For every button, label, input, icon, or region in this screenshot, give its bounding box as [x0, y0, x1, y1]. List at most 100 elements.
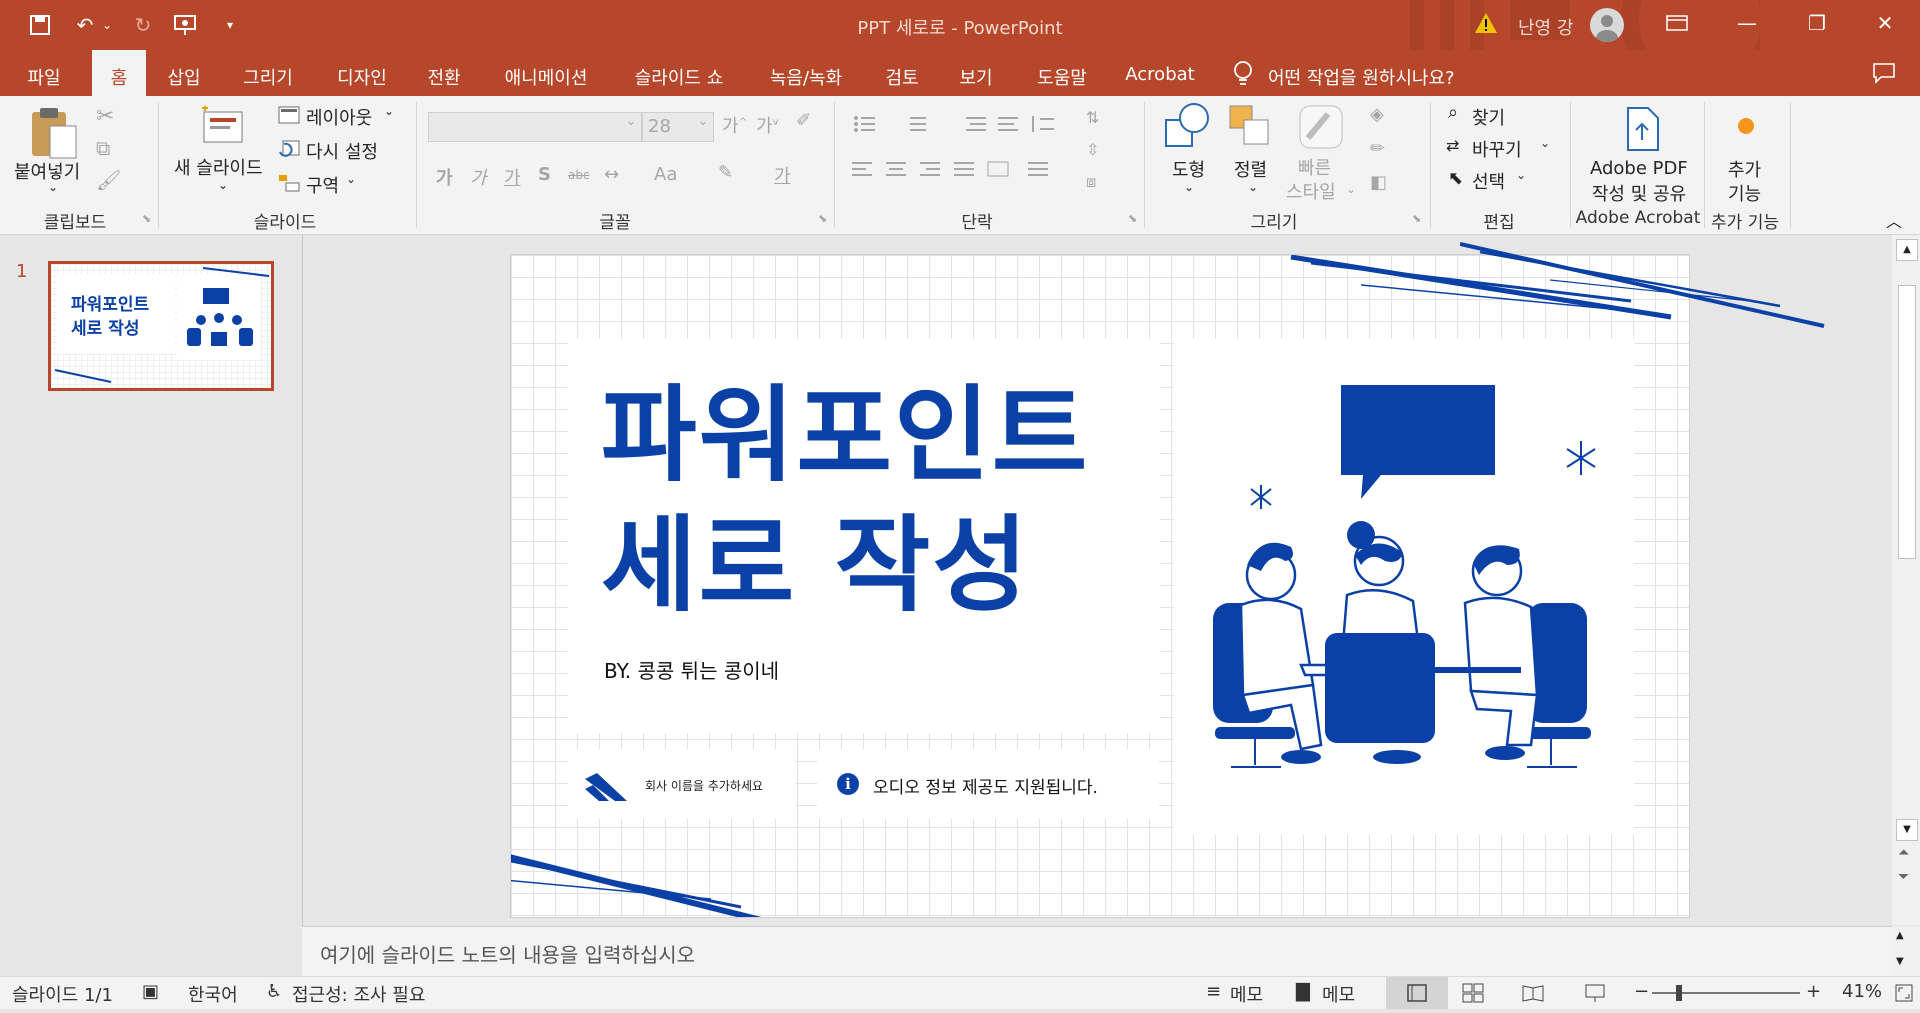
tab-draw[interactable]: 그리기 — [228, 60, 308, 96]
zoom-slider[interactable] — [1652, 992, 1800, 994]
section-dropdown-icon[interactable]: ⌄ — [346, 172, 356, 186]
add-ins-icon[interactable] — [1738, 118, 1754, 134]
ribbon-display-options-icon[interactable] — [1642, 0, 1712, 46]
select-button[interactable]: 선택 — [1472, 168, 1505, 194]
collapse-ribbon-icon[interactable]: ︿ — [1886, 208, 1902, 232]
strikethrough-button[interactable]: abc — [568, 168, 590, 182]
adobe-pdf-icon[interactable] — [1622, 106, 1662, 152]
paste-dropdown-icon[interactable]: ⌄ — [48, 180, 58, 194]
warning-icon[interactable] — [1474, 12, 1498, 36]
highlight-color-icon[interactable]: ✎ — [718, 162, 733, 183]
scroll-down-icon[interactable]: ▼ — [1896, 819, 1918, 841]
slide-canvas[interactable]: 파워포인트 세로 작성 BY. 콩콩 튀는 콩이네 회사 이름을 추가하세요 i… — [510, 254, 1690, 918]
shadow-button[interactable]: S — [538, 164, 551, 185]
layout-dropdown-icon[interactable]: ⌄ — [384, 104, 394, 118]
slide-sorter-view-icon[interactable] — [1462, 983, 1484, 1007]
tell-me-search[interactable]: 어떤 작업을 원하시나요? — [1268, 60, 1478, 96]
adobe-pdf-button[interactable]: Adobe PDF — [1590, 158, 1688, 179]
quick-styles-label-1[interactable]: 빠른 — [1298, 154, 1331, 180]
previous-slide-icon[interactable]: ⏶ — [1898, 845, 1909, 861]
tab-help[interactable]: 도움말 — [1024, 60, 1100, 96]
shape-effects-icon[interactable]: ◧ — [1370, 172, 1387, 193]
tab-record[interactable]: 녹음/녹화 — [760, 60, 852, 96]
slide-title-line1[interactable]: 파워포인트 — [601, 383, 1089, 487]
tab-file[interactable]: 파일 — [12, 60, 76, 96]
reading-view-icon[interactable] — [1522, 983, 1544, 1007]
bold-button[interactable]: 가 — [436, 164, 453, 190]
adobe-pdf-button-line2[interactable]: 작성 및 공유 — [1584, 180, 1694, 206]
close-icon[interactable]: ✕ — [1850, 0, 1920, 46]
minimize-icon[interactable]: — — [1712, 0, 1782, 46]
reset-button[interactable]: 다시 설정 — [306, 138, 378, 164]
zoom-level[interactable]: 41% — [1842, 981, 1882, 1002]
character-spacing-icon[interactable]: ↔ — [604, 164, 619, 185]
tab-acrobat[interactable]: Acrobat — [1122, 60, 1198, 96]
new-slide-dropdown-icon[interactable]: ⌄ — [218, 178, 228, 192]
slide-title-line2[interactable]: 세로 작성 — [601, 513, 1030, 617]
notes-placeholder[interactable]: 여기에 슬라이드 노트의 내용을 입력하십시오 — [320, 939, 695, 968]
add-ins-button[interactable]: 추가 — [1728, 156, 1761, 182]
tab-home[interactable]: 홈 — [92, 50, 146, 96]
smartart-icon[interactable]: ⧈ — [1086, 172, 1096, 192]
clipboard-launcher-icon[interactable]: ⬊ — [142, 212, 151, 225]
slideshow-view-icon[interactable] — [1584, 983, 1606, 1007]
info-text[interactable]: 오디오 정보 제공도 지원됩니다. — [873, 773, 1098, 798]
spelling-icon[interactable]: ▣ — [142, 981, 159, 1002]
zoom-slider-thumb[interactable] — [1676, 985, 1682, 1001]
meeting-illustration[interactable] — [1201, 365, 1621, 815]
comments-toggle-button[interactable]: 메모 — [1322, 981, 1355, 1007]
quick-styles-label-2[interactable]: 스타일 — [1286, 178, 1336, 204]
zoom-out-icon[interactable]: − — [1634, 981, 1649, 1002]
vertical-scrollbar[interactable]: ▲ ▼ ⏶ ⏷ — [1892, 235, 1920, 925]
add-ins-button-line2[interactable]: 기능 — [1728, 180, 1761, 206]
company-name[interactable]: 회사 이름을 추가하세요 — [645, 777, 763, 794]
comments-icon[interactable] — [1872, 62, 1898, 84]
format-painter-icon[interactable]: 🖌 — [96, 168, 121, 192]
slide-thumbnail[interactable]: 파워포인트 세로 작성 — [48, 261, 274, 391]
fit-to-window-icon[interactable] — [1894, 983, 1914, 1007]
accessibility-icon[interactable]: ♿ — [266, 981, 282, 1002]
notes-pane[interactable]: 여기에 슬라이드 노트의 내용을 입력하십시오 — [302, 926, 1892, 977]
change-case-button[interactable]: Aa — [654, 164, 677, 185]
replace-dropdown-icon[interactable]: ⌄ — [1540, 136, 1550, 150]
decrease-font-icon[interactable]: 가v — [756, 112, 778, 138]
align-text-icon[interactable]: ⇳ — [1086, 140, 1099, 159]
copy-icon[interactable]: ⧉ — [96, 136, 110, 160]
tab-slideshow[interactable]: 슬라이드 쇼 — [622, 60, 736, 96]
font-color-icon[interactable]: 가 — [774, 162, 791, 188]
clear-formatting-icon[interactable]: ✐ — [796, 110, 811, 131]
shapes-dropdown-icon[interactable]: ⌄ — [1184, 180, 1194, 194]
scroll-up-icon[interactable]: ▲ — [1896, 239, 1918, 261]
select-dropdown-icon[interactable]: ⌄ — [1516, 168, 1526, 182]
accessibility-status[interactable]: 접근성: 조사 필요 — [292, 981, 425, 1007]
notes-toggle-button[interactable]: 메모 — [1230, 981, 1263, 1007]
shapes-button[interactable]: 도형 — [1172, 156, 1205, 182]
font-name-dropdown-icon[interactable]: ⌄ — [626, 114, 636, 128]
user-name[interactable]: 난영 강 — [1518, 14, 1573, 40]
tab-insert[interactable]: 삽입 — [158, 60, 210, 96]
layout-button[interactable]: 레이아웃 — [306, 104, 372, 130]
arrange-dropdown-icon[interactable]: ⌄ — [1248, 180, 1258, 194]
increase-font-icon[interactable]: 가^ — [722, 112, 747, 138]
new-slide-icon[interactable] — [200, 106, 246, 146]
replace-button[interactable]: 바꾸기 — [1472, 136, 1522, 162]
language-indicator[interactable]: 한국어 — [188, 981, 238, 1007]
slide-byline[interactable]: BY. 콩콩 튀는 콩이네 — [604, 655, 779, 684]
normal-view-button[interactable] — [1386, 977, 1448, 1009]
restore-icon[interactable]: ❐ — [1782, 0, 1852, 46]
font-name-combobox[interactable] — [428, 112, 642, 142]
find-button[interactable]: 찾기 — [1472, 104, 1505, 130]
quick-styles-dropdown-icon[interactable]: ⌄ — [1346, 182, 1356, 196]
notes-scroll-up-icon[interactable]: ▲ — [1896, 930, 1904, 941]
notes-scrollbar[interactable]: ▲ ▼ — [1892, 926, 1920, 976]
tab-transitions[interactable]: 전환 — [418, 60, 470, 96]
avatar[interactable] — [1590, 8, 1624, 42]
font-size-dropdown-icon[interactable]: ⌄ — [698, 114, 708, 128]
paragraph-list-icons[interactable] — [852, 114, 1112, 134]
section-button[interactable]: 구역 — [306, 172, 339, 198]
font-launcher-icon[interactable]: ⬊ — [818, 212, 827, 225]
tab-review[interactable]: 검토 — [876, 60, 928, 96]
tab-animations[interactable]: 애니메이션 — [494, 60, 598, 96]
arrange-icon[interactable] — [1228, 104, 1274, 150]
underline-button[interactable]: 가 — [504, 164, 521, 190]
